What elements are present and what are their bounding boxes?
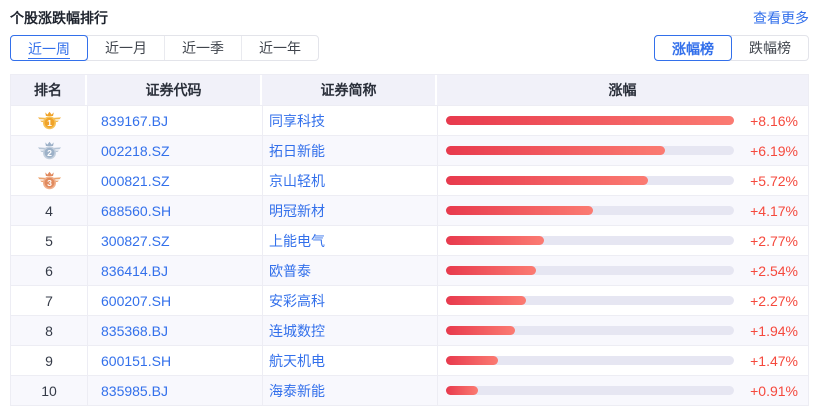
rank-number: 4 <box>45 203 53 219</box>
stock-code[interactable]: 839167.BJ <box>87 106 262 135</box>
change-percent: +2.27% <box>750 292 798 309</box>
change-percent: +6.19% <box>750 142 798 159</box>
stock-code[interactable]: 600151.SH <box>87 346 262 375</box>
stock-name[interactable]: 航天机电 <box>262 346 437 375</box>
change-percent: +1.47% <box>750 352 798 369</box>
svg-text:2: 2 <box>47 148 52 158</box>
change-bar-fill <box>446 116 734 125</box>
table-row[interactable]: 6 836414.BJ 欧普泰 +2.54% <box>11 255 808 285</box>
tab-gainers[interactable]: 涨幅榜 <box>654 35 732 61</box>
change-bar-fill <box>446 146 665 155</box>
page-title: 个股涨跌幅排行 <box>10 10 108 26</box>
change-percent: +8.16% <box>750 112 798 129</box>
table-row[interactable]: 8 835368.BJ 连城数控 +1.94% <box>11 315 808 345</box>
stock-code[interactable]: 835368.BJ <box>87 316 262 345</box>
rank-medal-icon: 1 <box>37 111 61 130</box>
stock-code[interactable]: 600207.SH <box>87 286 262 315</box>
header-code: 证券代码 <box>87 75 262 105</box>
change-percent: +5.72% <box>750 172 798 189</box>
rank-number: 10 <box>41 383 57 399</box>
stock-name[interactable]: 安彩高科 <box>262 286 437 315</box>
change-bar-fill <box>446 356 498 365</box>
rank-number: 9 <box>45 353 53 369</box>
svg-text:1: 1 <box>47 118 52 128</box>
table-row[interactable]: 3 000821.SZ 京山轻机 +5.72% <box>11 165 808 195</box>
change-percent: +4.17% <box>750 202 798 219</box>
rank-number: 6 <box>45 263 53 279</box>
table-row[interactable]: 2 002218.SZ 拓日新能 +6.19% <box>11 135 808 165</box>
change-bar-track <box>446 356 734 365</box>
change-bar-fill <box>446 176 648 185</box>
table-row[interactable]: 9 600151.SH 航天机电 +1.47% <box>11 345 808 375</box>
change-percent: +2.54% <box>750 262 798 279</box>
stock-code[interactable]: 688560.SH <box>87 196 262 225</box>
stock-name[interactable]: 上能电气 <box>262 226 437 255</box>
table-row[interactable]: 4 688560.SH 明冠新材 +4.17% <box>11 195 808 225</box>
change-bar-track <box>446 146 734 155</box>
rank-medal-icon: 2 <box>37 141 61 160</box>
tab-period-quarter[interactable]: 近一季 <box>164 36 241 60</box>
change-bar-fill <box>446 206 594 215</box>
ranking-widget: 个股涨跌幅排行 查看更多 近一周 近一月 近一季 近一年 涨幅榜 跌幅榜 排名 … <box>0 0 819 406</box>
stock-name[interactable]: 海泰新能 <box>262 376 437 405</box>
stock-name[interactable]: 连城数控 <box>262 316 437 345</box>
change-percent: +0.91% <box>750 382 798 399</box>
period-tab-group: 近一周 近一月 近一季 近一年 <box>10 35 319 61</box>
svg-text:3: 3 <box>47 178 52 188</box>
tab-losers[interactable]: 跌幅榜 <box>731 36 808 60</box>
stock-code[interactable]: 835985.BJ <box>87 376 262 405</box>
header-change: 涨幅 <box>608 82 637 98</box>
stock-name[interactable]: 拓日新能 <box>262 136 437 165</box>
ranking-table: 排名 证券代码 证券简称 涨幅 1 839167.BJ 同享科技 +8.16% <box>10 74 809 406</box>
change-bar-track <box>446 236 734 245</box>
stock-name[interactable]: 欧普泰 <box>262 256 437 285</box>
change-bar-track <box>446 116 734 125</box>
stock-name[interactable]: 京山轻机 <box>262 166 437 195</box>
change-bar-track <box>446 176 734 185</box>
change-bar-track <box>446 206 734 215</box>
change-bar-fill <box>446 296 527 305</box>
table-row[interactable]: 5 300827.SZ 上能电气 +2.77% <box>11 225 808 255</box>
change-bar-fill <box>446 326 515 335</box>
change-bar-track <box>446 296 734 305</box>
stock-code[interactable]: 836414.BJ <box>87 256 262 285</box>
stock-code[interactable]: 002218.SZ <box>87 136 262 165</box>
change-bar-track <box>446 326 734 335</box>
change-bar-fill <box>446 266 536 275</box>
header-name: 证券简称 <box>262 75 437 105</box>
change-percent: +2.77% <box>750 232 798 249</box>
rank-medal-icon: 3 <box>37 171 61 190</box>
tab-period-week[interactable]: 近一周 <box>10 35 88 61</box>
stock-code[interactable]: 000821.SZ <box>87 166 262 195</box>
board-tab-group: 涨幅榜 跌幅榜 <box>654 35 809 61</box>
table-row[interactable]: 7 600207.SH 安彩高科 +2.27% <box>11 285 808 315</box>
stock-code[interactable]: 300827.SZ <box>87 226 262 255</box>
change-bar-fill <box>446 236 544 245</box>
view-more-link[interactable]: 查看更多 <box>753 8 809 28</box>
change-bar-track <box>446 386 734 395</box>
header-rank: 排名 <box>11 75 87 105</box>
table-row[interactable]: 10 835985.BJ 海泰新能 +0.91% <box>11 375 808 405</box>
tab-period-year[interactable]: 近一年 <box>241 36 318 60</box>
rank-number: 8 <box>45 323 53 339</box>
stock-name[interactable]: 同享科技 <box>262 106 437 135</box>
table-body: 1 839167.BJ 同享科技 +8.16% 2 002218.SZ 拓日新能 <box>11 105 808 405</box>
tab-period-month[interactable]: 近一月 <box>87 36 164 60</box>
table-header: 排名 证券代码 证券简称 涨幅 <box>11 75 808 105</box>
rank-number: 5 <box>45 233 53 249</box>
table-row[interactable]: 1 839167.BJ 同享科技 +8.16% <box>11 105 808 135</box>
stock-name[interactable]: 明冠新材 <box>262 196 437 225</box>
change-bar-track <box>446 266 734 275</box>
rank-number: 7 <box>45 293 53 309</box>
change-percent: +1.94% <box>750 322 798 339</box>
change-bar-fill <box>446 386 479 395</box>
